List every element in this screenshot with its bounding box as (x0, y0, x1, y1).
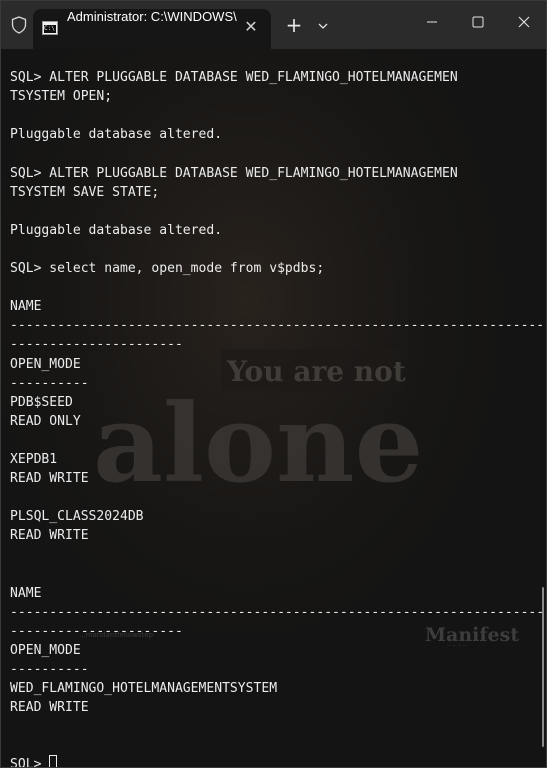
tab-title: Administrator: C:\WINDOWS\ (67, 9, 237, 24)
terminal-line: XEPDB1 (10, 451, 58, 467)
shield-icon (11, 16, 27, 34)
tab-administrator[interactable]: C:\ Administrator: C:\WINDOWS\ ✕ (33, 9, 271, 49)
terminal-line: Pluggable database altered. (10, 222, 223, 238)
terminal-line: READ WRITE (10, 700, 89, 716)
terminal-line: TSYSTEM SAVE STATE; (10, 184, 160, 200)
terminal-line: SQL> select name, open_mode from v$pdbs; (10, 261, 325, 277)
terminal-line: READ WRITE (10, 471, 89, 487)
terminal-line: ---------- (10, 375, 89, 391)
tab-close-icon[interactable]: ✕ (241, 17, 261, 37)
terminal-line: NAME (10, 585, 42, 601)
terminal-line: ---------------------- (10, 337, 183, 353)
minimize-icon[interactable] (409, 1, 455, 43)
terminal-text: SQL> ALTER PLUGGABLE DATABASE WED_FLAMIN… (10, 49, 546, 767)
maximize-icon[interactable] (455, 1, 501, 43)
title-bar[interactable]: C:\ Administrator: C:\WINDOWS\ ✕ + (1, 1, 546, 49)
terminal-line: ---------- (10, 662, 89, 677)
terminal-line: READ WRITE (10, 528, 89, 544)
close-icon[interactable] (501, 1, 547, 43)
chevron-down-icon[interactable] (313, 15, 333, 37)
terminal-line: OPEN_MODE (10, 356, 81, 372)
new-tab-icon[interactable]: + (283, 15, 305, 37)
terminal-line: PLSQL_CLASS2024DB (10, 509, 144, 525)
terminal-line: Pluggable database altered. (10, 127, 223, 143)
terminal-output[interactable]: You are not alone ...mandantfeliowstep M… (1, 49, 546, 767)
terminal-line: PDB$SEED (10, 394, 73, 410)
terminal-line: ---------------------- (10, 623, 183, 639)
command-prompt-icon-text: C:\ (44, 25, 56, 33)
terminal-window: C:\ Administrator: C:\WINDOWS\ ✕ + You a… (0, 0, 547, 768)
terminal-line: WED_FLAMINGO_HOTELMANAGEMENTSYSTEM (10, 681, 278, 697)
terminal-line: OPEN_MODE (10, 642, 81, 658)
terminal-line: ----------------------------------------… (10, 604, 546, 620)
terminal-line: TSYSTEM OPEN; (10, 89, 113, 105)
terminal-line: ----------------------------------------… (10, 318, 546, 334)
terminal-line: NAME (10, 299, 42, 315)
terminal-line: SQL> (10, 755, 546, 767)
terminal-line: SQL> ALTER PLUGGABLE DATABASE WED_FLAMIN… (10, 70, 458, 86)
text-cursor (49, 755, 58, 767)
terminal-line: READ ONLY (10, 413, 81, 429)
scrollbar[interactable] (542, 587, 544, 747)
terminal-line: SQL> ALTER PLUGGABLE DATABASE WED_FLAMIN… (10, 165, 458, 181)
command-prompt-icon: C:\ (42, 21, 58, 35)
